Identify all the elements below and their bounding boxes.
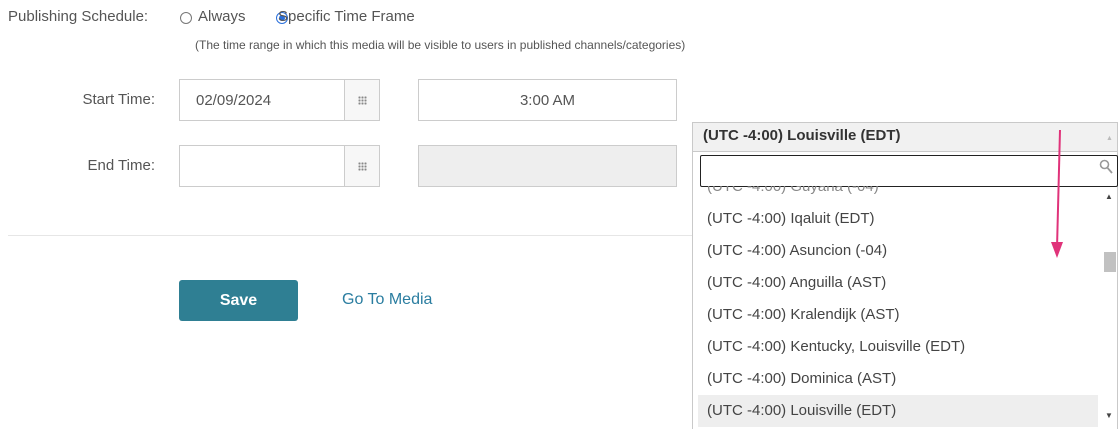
end-date-input[interactable] (179, 145, 345, 187)
timezone-options-list: (UTC -4:00) Guyana (-04) (UTC -4:00) Iqa… (698, 186, 1098, 429)
publishing-hint: (The time range in which this media will… (195, 38, 686, 52)
divider (8, 235, 693, 236)
end-date-calendar-button[interactable] (344, 145, 380, 187)
search-icon (1099, 159, 1113, 174)
timezone-option[interactable]: (UTC -4:00) Asuncion (-04) (698, 235, 1098, 267)
timezone-option[interactable]: (UTC -4:00) Iqaluit (EDT) (698, 203, 1098, 235)
timezone-option-selected[interactable]: (UTC -4:00) Louisville (EDT) (698, 395, 1098, 427)
scroll-down-arrow-icon[interactable]: ▼ (1105, 411, 1113, 420)
timezone-option[interactable]: (UTC -4:00) Anguilla (AST) (698, 267, 1098, 299)
end-time-label: End Time: (87, 157, 155, 174)
start-time-label: Start Time: (82, 91, 155, 108)
start-date-calendar-button[interactable] (344, 79, 380, 121)
always-radio[interactable] (180, 12, 192, 24)
timezone-option[interactable]: (UTC -4:00) Kentucky, Louisville (EDT) (698, 331, 1098, 363)
publishing-schedule-label: Publishing Schedule: (8, 8, 149, 25)
timezone-option[interactable]: (UTC -4:00) Kralendijk (AST) (698, 299, 1098, 331)
always-radio-label[interactable]: Always (198, 8, 246, 25)
end-time-input (418, 145, 677, 187)
scrollbar-thumb[interactable] (1104, 252, 1116, 272)
chevron-up-icon: ▲ (1106, 135, 1113, 142)
timezone-option[interactable]: (UTC -4:00) Dominica (AST) (698, 363, 1098, 395)
annotation-arrow-icon (1051, 129, 1063, 258)
scroll-up-arrow-icon[interactable]: ▲ (1105, 192, 1113, 201)
go-to-media-link[interactable]: Go To Media (342, 291, 432, 309)
save-button[interactable]: Save (179, 280, 298, 321)
start-time-input[interactable]: 3:00 AM (418, 79, 677, 121)
start-date-input[interactable]: 02/09/2024 (179, 79, 345, 121)
calendar-icon (358, 96, 367, 105)
calendar-icon (358, 162, 367, 171)
timezone-option[interactable]: (UTC -4:00) Guyana (-04) (698, 186, 1098, 203)
specific-time-frame-label[interactable]: Specific Time Frame (278, 8, 415, 25)
